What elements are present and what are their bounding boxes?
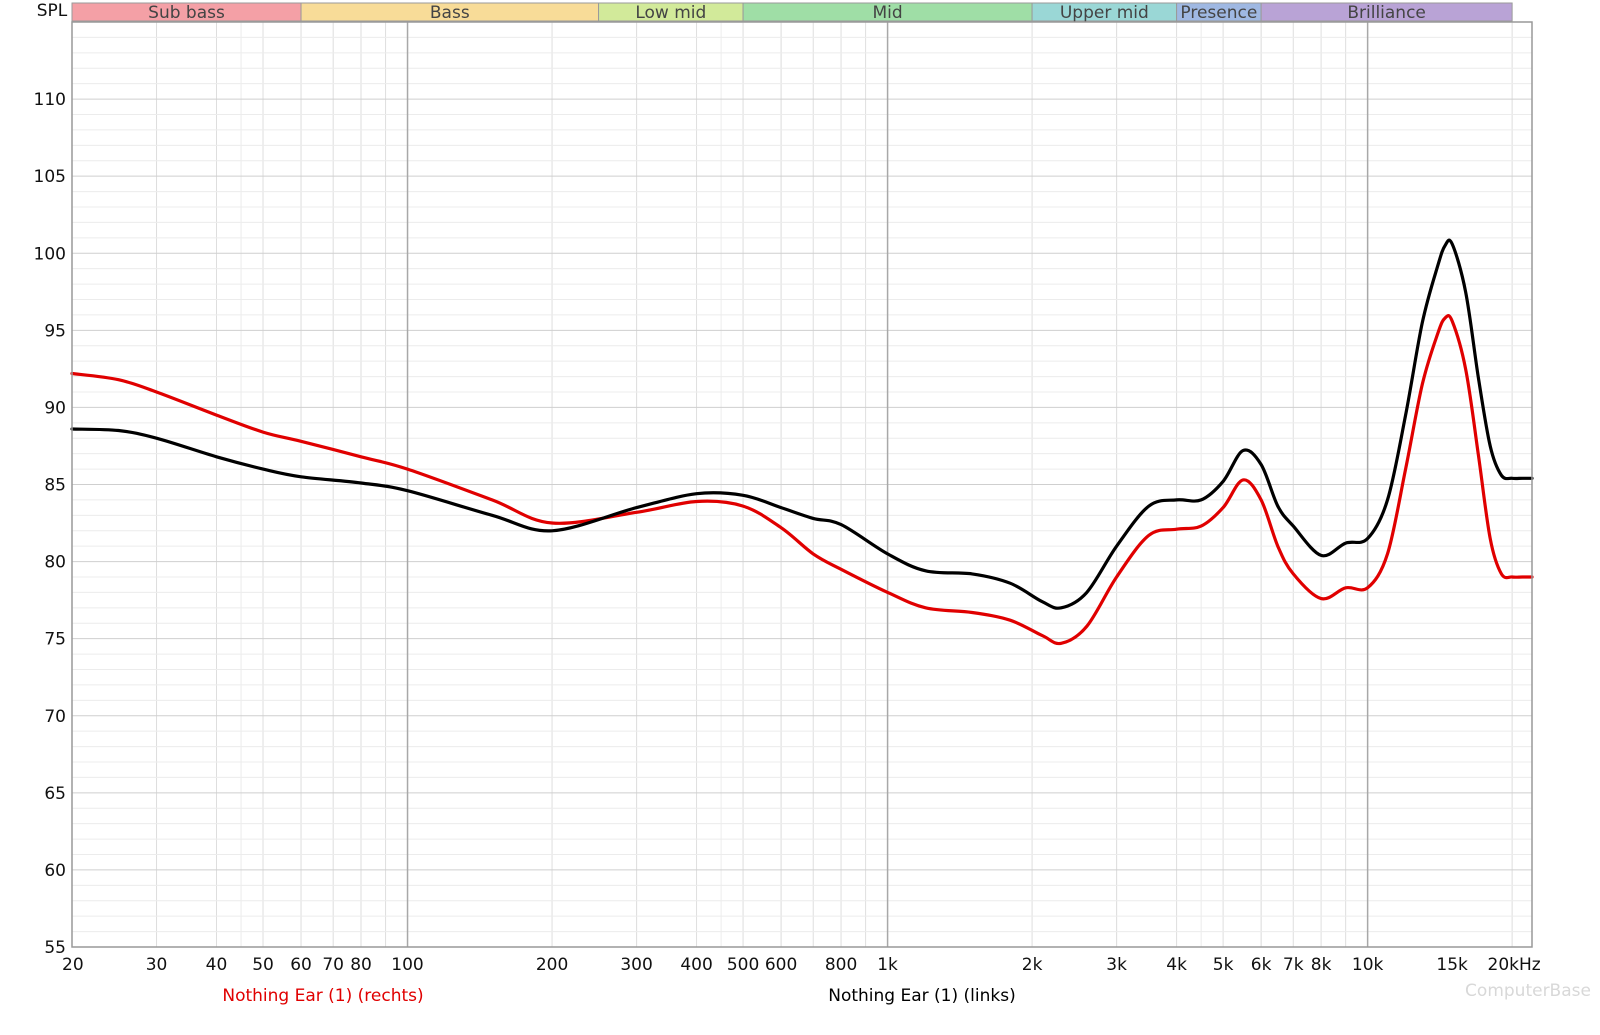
x-tick-label: 80 bbox=[350, 955, 372, 975]
x-tick-label: 5k bbox=[1213, 955, 1234, 975]
x-tick-label: 1k bbox=[877, 955, 898, 975]
x-tick-label: 800 bbox=[825, 955, 857, 975]
legend-item-links: Nothing Ear (1) (links) bbox=[828, 986, 1015, 1006]
x-tick-label: 10k bbox=[1352, 955, 1384, 975]
y-tick-label: 90 bbox=[44, 398, 66, 418]
x-tick-label: 40 bbox=[206, 955, 228, 975]
band-label: Upper mid bbox=[1060, 3, 1149, 23]
y-tick-label: 85 bbox=[44, 476, 66, 496]
x-tick-label: 500 bbox=[727, 955, 759, 975]
x-tick-label: 400 bbox=[680, 955, 712, 975]
x-tick-label: 3k bbox=[1106, 955, 1127, 975]
band-label: Sub bass bbox=[148, 3, 225, 23]
y-tick-label: 75 bbox=[44, 630, 66, 650]
band-label: Brilliance bbox=[1347, 3, 1426, 23]
frequency-response-chart: Sub bass Bass Low mid Mid Upper mid Presence B… bbox=[34, 1, 1591, 1006]
y-tick-label: 95 bbox=[44, 321, 66, 341]
y-axis-ticks: 556065707580859095100105110 bbox=[34, 90, 66, 958]
x-tick-label: 200 bbox=[536, 955, 568, 975]
x-tick-label: 60 bbox=[290, 955, 312, 975]
band-label: Bass bbox=[430, 3, 470, 23]
x-tick-label: 20 bbox=[62, 955, 84, 975]
y-tick-label: 80 bbox=[44, 553, 66, 573]
y-tick-label: 105 bbox=[34, 167, 66, 187]
x-tick-label: 300 bbox=[620, 955, 652, 975]
y-tick-label: 60 bbox=[44, 861, 66, 881]
legend-item-rechts: Nothing Ear (1) (rechts) bbox=[222, 986, 423, 1006]
x-tick-label: 100 bbox=[391, 955, 423, 975]
y-axis-label: SPL bbox=[37, 1, 68, 21]
x-tick-label: 8k bbox=[1311, 955, 1332, 975]
x-tick-label: 4k bbox=[1166, 955, 1187, 975]
frequency-bands: Sub bass Bass Low mid Mid Upper mid Presence B… bbox=[71, 2, 1513, 23]
x-tick-label: 600 bbox=[765, 955, 797, 975]
y-tick-label: 70 bbox=[44, 707, 66, 727]
x-tick-label: 20kHz bbox=[1488, 955, 1541, 975]
x-axis-ticks: 20 30 40 50 60 70 80 100 200 300 400 500 600 800 1k 2k 3… bbox=[62, 955, 1541, 975]
band-label: Mid bbox=[872, 3, 902, 23]
x-tick-label: 15k bbox=[1436, 955, 1468, 975]
x-tick-label: 50 bbox=[252, 955, 274, 975]
y-tick-label: 65 bbox=[44, 784, 66, 804]
band-label: Presence bbox=[1180, 3, 1257, 23]
x-tick-label: 7k bbox=[1283, 955, 1304, 975]
x-tick-label: 2k bbox=[1022, 955, 1043, 975]
x-tick-label: 30 bbox=[146, 955, 168, 975]
x-tick-label: 70 bbox=[322, 955, 344, 975]
y-tick-label: 100 bbox=[34, 244, 66, 264]
band-label: Low mid bbox=[635, 3, 706, 23]
watermark: ComputerBase bbox=[1465, 981, 1591, 1001]
x-tick-label: 6k bbox=[1251, 955, 1272, 975]
y-tick-label: 110 bbox=[34, 90, 66, 110]
